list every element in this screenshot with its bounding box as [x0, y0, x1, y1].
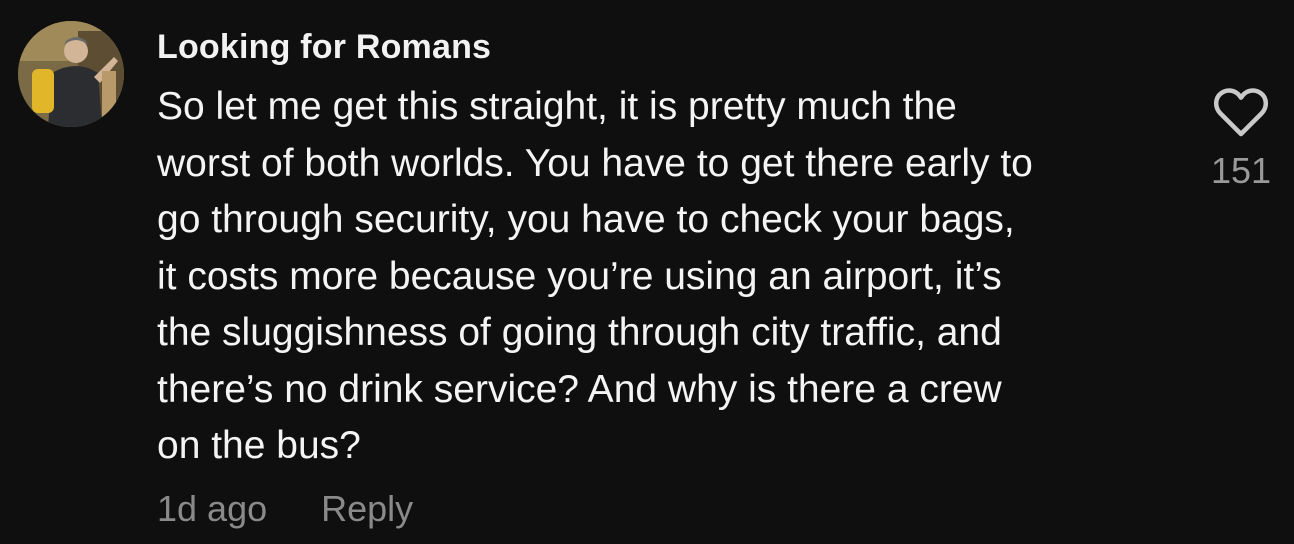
- comment-timestamp: 1d ago: [157, 488, 268, 529]
- like-control: 151: [1206, 88, 1276, 192]
- comment-item: Looking for Romans So let me get this st…: [0, 0, 1294, 544]
- like-count: 151: [1210, 150, 1272, 191]
- comment-text: So let me get this straight, it is prett…: [157, 85, 1033, 467]
- comment-username[interactable]: Looking for Romans: [157, 28, 491, 67]
- heart-icon[interactable]: [1213, 88, 1269, 138]
- reply-button[interactable]: Reply: [321, 488, 413, 530]
- avatar-photo: [18, 21, 124, 127]
- comment-meta: 1d ago Reply: [157, 488, 413, 530]
- avatar[interactable]: [18, 21, 124, 127]
